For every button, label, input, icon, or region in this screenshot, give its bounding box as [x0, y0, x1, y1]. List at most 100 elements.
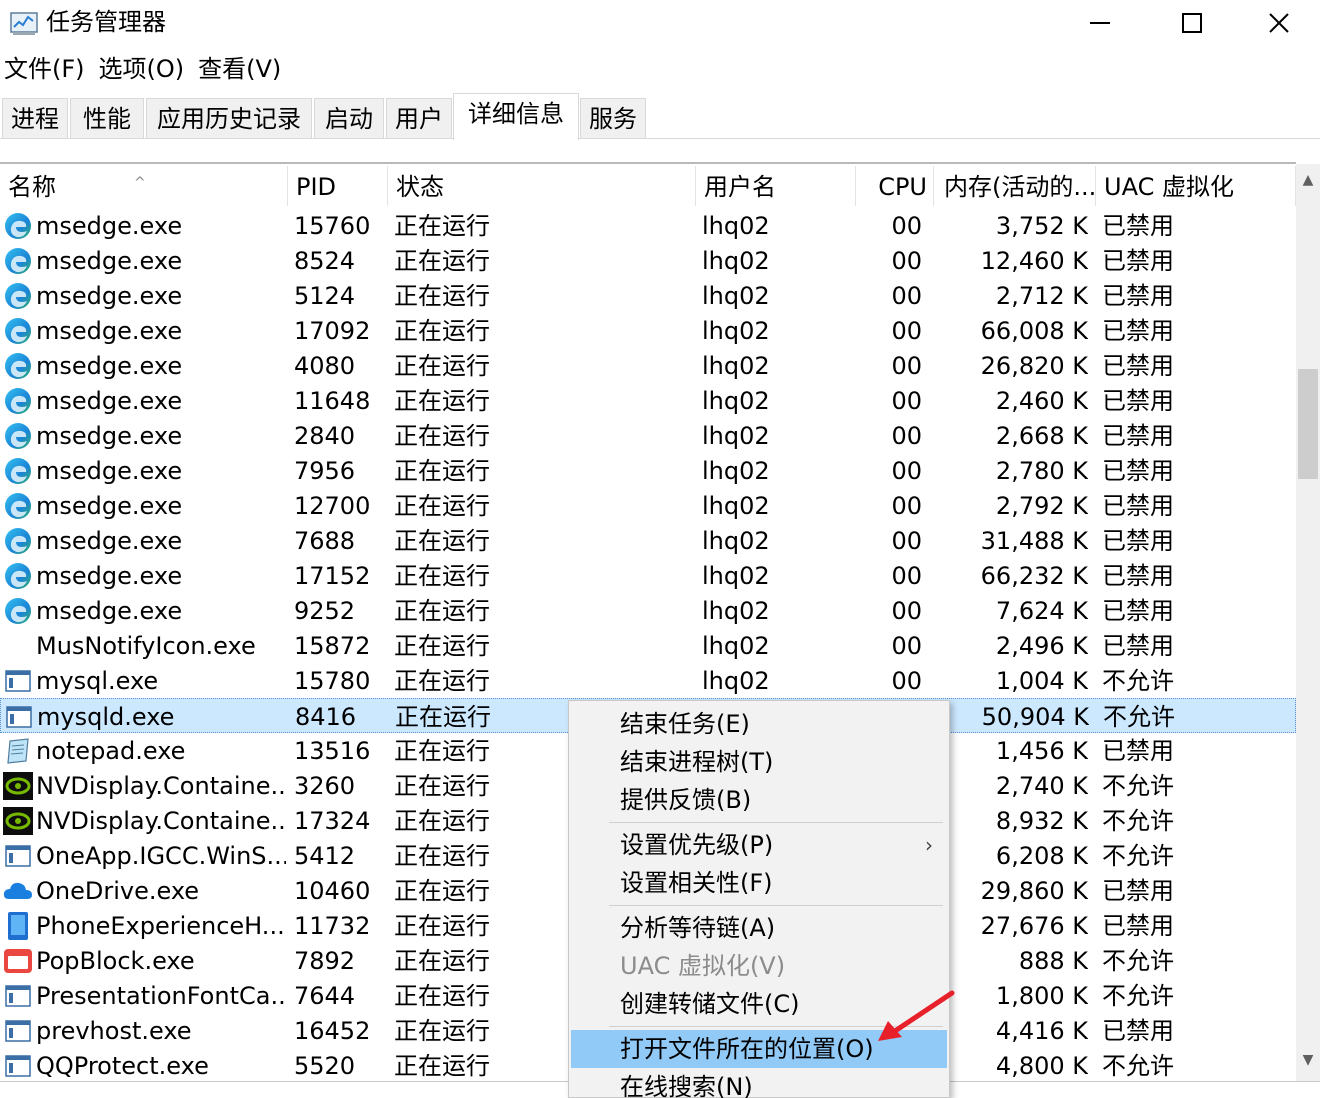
tab-performance[interactable]: 性能	[70, 98, 144, 138]
tab-processes[interactable]: 进程	[2, 98, 68, 138]
scroll-up-icon[interactable]: ▲	[1296, 172, 1320, 196]
nvidia-icon	[2, 803, 34, 838]
column-header-pid[interactable]: PID	[288, 166, 388, 206]
process-uac: 已禁用	[1102, 632, 1174, 660]
table-row[interactable]: msedge.exe 8524 正在运行 lhq02 00 12,460 K 已禁用	[0, 243, 1296, 278]
process-pid: 7688	[294, 527, 356, 555]
ctx-feedback[interactable]: 提供反馈(B)	[571, 781, 947, 819]
edge-icon	[2, 523, 34, 558]
process-pid: 9252	[294, 597, 356, 625]
window-app-icon	[2, 838, 34, 873]
process-status: 正在运行	[394, 562, 490, 590]
process-cpu: 00	[891, 352, 922, 380]
process-cpu: 00	[891, 457, 922, 485]
process-memory: 29,860 K	[980, 877, 1088, 905]
scroll-thumb[interactable]	[1298, 369, 1318, 479]
process-status: 正在运行	[394, 527, 490, 555]
process-uac: 已禁用	[1102, 492, 1174, 520]
process-pid: 8416	[295, 703, 357, 731]
process-memory: 2,496 K	[995, 632, 1088, 660]
edge-icon	[2, 313, 34, 348]
process-name: notepad.exe	[36, 737, 186, 765]
process-user: lhq02	[702, 282, 770, 310]
window-app-icon	[2, 1048, 34, 1082]
process-user: lhq02	[702, 492, 770, 520]
menu-file[interactable]: 文件(F)	[0, 50, 89, 88]
edge-icon	[2, 418, 34, 453]
column-header-user[interactable]: 用户名	[696, 166, 856, 206]
process-user: lhq02	[702, 247, 770, 275]
table-row[interactable]: mysql.exe 15780 正在运行 lhq02 00 1,004 K 不允许	[0, 663, 1296, 698]
process-status: 正在运行	[394, 387, 490, 415]
minimize-button[interactable]	[1054, 0, 1146, 46]
process-uac: 不允许	[1102, 982, 1174, 1010]
column-header-memory[interactable]: 内存(活动的...	[934, 166, 1096, 206]
process-name: msedge.exe	[36, 352, 183, 380]
process-name: NVDisplay.Containe...	[36, 807, 286, 835]
edge-icon	[2, 243, 34, 278]
table-row[interactable]: msedge.exe 17092 正在运行 lhq02 00 66,008 K 已禁用	[0, 313, 1296, 348]
process-uac: 已禁用	[1102, 247, 1174, 275]
table-row[interactable]: msedge.exe 15760 正在运行 lhq02 00 3,752 K 已禁用	[0, 208, 1296, 243]
table-row[interactable]: msedge.exe 4080 正在运行 lhq02 00 26,820 K 已禁用	[0, 348, 1296, 383]
table-row[interactable]: msedge.exe 9252 正在运行 lhq02 00 7,624 K 已禁用	[0, 593, 1296, 628]
ctx-set-priority[interactable]: 设置优先级(P) ›	[571, 826, 947, 864]
tab-services[interactable]: 服务	[580, 98, 646, 138]
process-user: lhq02	[702, 667, 770, 695]
table-row[interactable]: msedge.exe 7956 正在运行 lhq02 00 2,780 K 已禁用	[0, 453, 1296, 488]
process-uac: 已禁用	[1102, 282, 1174, 310]
process-user: lhq02	[702, 212, 770, 240]
process-cpu: 00	[891, 317, 922, 345]
tab-startup[interactable]: 启动	[314, 98, 384, 138]
ctx-feedback-label: 提供反馈(B)	[620, 786, 752, 814]
ctx-analyze-wait-chain[interactable]: 分析等待链(A)	[571, 909, 947, 947]
window-app-icon	[3, 699, 35, 734]
process-cpu: 00	[891, 422, 922, 450]
process-pid: 5520	[294, 1052, 356, 1080]
tab-app-history[interactable]: 应用历史记录	[146, 98, 312, 138]
window-title: 任务管理器	[46, 8, 166, 36]
process-cpu: 00	[891, 387, 922, 415]
ctx-set-affinity[interactable]: 设置相关性(F)	[571, 864, 947, 902]
maximize-button[interactable]	[1146, 0, 1238, 46]
ctx-search-online[interactable]: 在线搜索(N)	[571, 1068, 947, 1098]
vertical-scrollbar[interactable]: ▲ ▼	[1296, 164, 1320, 1082]
column-header-uac[interactable]: UAC 虚拟化	[1096, 166, 1296, 206]
process-uac: 已禁用	[1102, 737, 1174, 765]
edge-icon	[2, 278, 34, 313]
table-row[interactable]: MusNotifyIcon.exe 15872 正在运行 lhq02 00 2,496 K…	[0, 628, 1296, 663]
ctx-end-process-tree[interactable]: 结束进程树(T)	[571, 743, 947, 781]
close-button[interactable]	[1238, 0, 1320, 46]
ctx-end-task[interactable]: 结束任务(E)	[571, 705, 947, 743]
maximize-icon	[1182, 13, 1202, 33]
process-memory: 3,752 K	[995, 212, 1088, 240]
table-row[interactable]: msedge.exe 5124 正在运行 lhq02 00 2,712 K 已禁用	[0, 278, 1296, 313]
process-name: msedge.exe	[36, 422, 183, 450]
table-row[interactable]: msedge.exe 17152 正在运行 lhq02 00 66,232 K 已禁用	[0, 558, 1296, 593]
column-header-name[interactable]: 名称 ^	[0, 166, 288, 206]
process-status: 正在运行	[394, 597, 490, 625]
tab-details[interactable]: 详细信息	[453, 93, 579, 140]
menu-options[interactable]: 选项(O)	[95, 50, 189, 88]
menu-view[interactable]: 查看(V)	[194, 50, 285, 88]
scroll-down-icon[interactable]: ▼	[1296, 1052, 1320, 1076]
process-name: QQProtect.exe	[36, 1052, 209, 1080]
table-row[interactable]: msedge.exe 2840 正在运行 lhq02 00 2,668 K 已禁用	[0, 418, 1296, 453]
minimize-icon	[1090, 22, 1110, 24]
table-row[interactable]: msedge.exe 12700 正在运行 lhq02 00 2,792 K 已禁用	[0, 488, 1296, 523]
process-pid: 8524	[294, 247, 356, 275]
process-user: lhq02	[702, 457, 770, 485]
process-uac: 已禁用	[1102, 1017, 1174, 1045]
table-row[interactable]: msedge.exe 7688 正在运行 lhq02 00 31,488 K 已禁用	[0, 523, 1296, 558]
ctx-end-process-tree-label: 结束进程树(T)	[620, 748, 774, 776]
process-user: lhq02	[702, 352, 770, 380]
process-status: 正在运行	[394, 632, 490, 660]
column-header-cpu[interactable]: CPU	[856, 166, 934, 206]
tab-users[interactable]: 用户	[386, 98, 452, 138]
process-status: 正在运行	[394, 282, 490, 310]
process-name: msedge.exe	[36, 457, 183, 485]
process-user: lhq02	[702, 597, 770, 625]
table-row[interactable]: msedge.exe 11648 正在运行 lhq02 00 2,460 K 已禁用	[0, 383, 1296, 418]
process-pid: 3260	[294, 772, 356, 800]
column-header-status[interactable]: 状态	[388, 166, 696, 206]
